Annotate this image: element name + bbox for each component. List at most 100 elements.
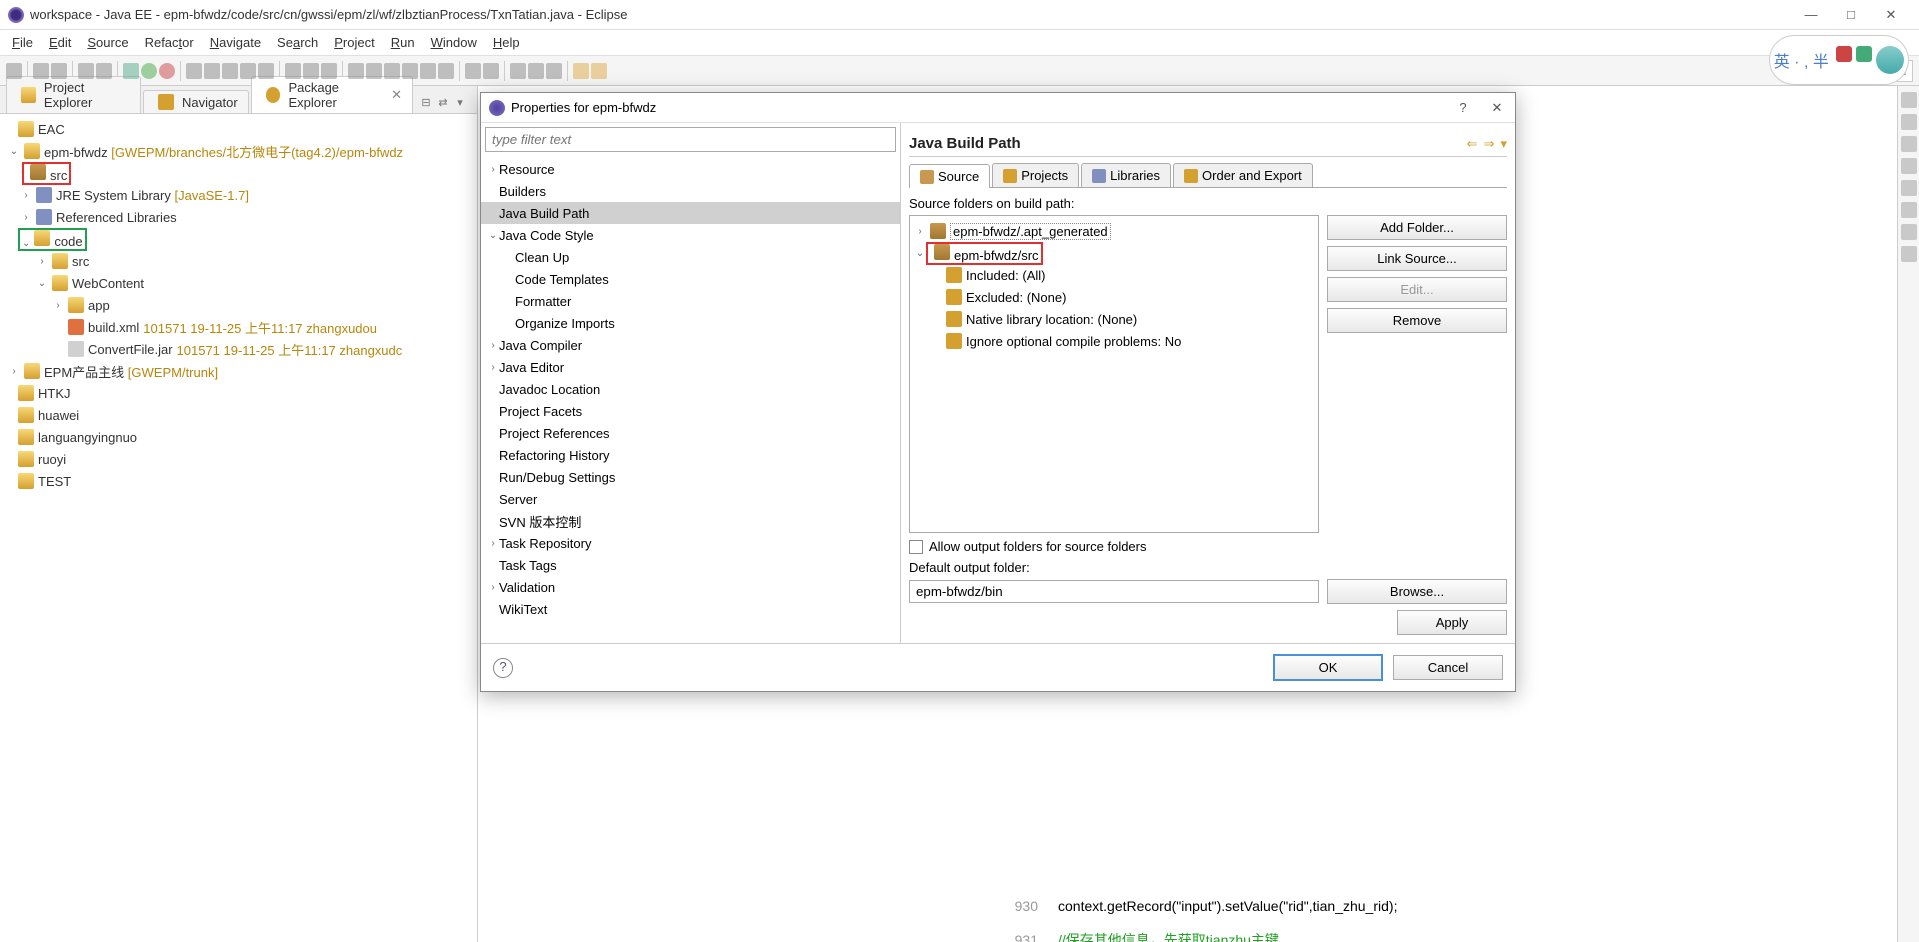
cat-java-code-style[interactable]: ⌄Java Code Style xyxy=(481,224,900,246)
tab-project-explorer[interactable]: Project Explorer xyxy=(6,76,141,113)
tree-item-languang[interactable]: languangyingnuo xyxy=(0,426,477,448)
remove-button[interactable]: Remove xyxy=(1327,308,1507,333)
cat-facets[interactable]: Project Facets xyxy=(481,400,900,422)
view-menu-icon[interactable]: ▾ xyxy=(453,96,467,110)
src-attr-included[interactable]: Included: (All) xyxy=(914,264,1314,286)
tree-item-epm-prod[interactable]: ›EPM产品主线 [GWEPM/trunk] xyxy=(0,360,477,382)
close-button[interactable]: ✕ xyxy=(1881,7,1901,23)
cancel-button[interactable]: Cancel xyxy=(1393,655,1503,680)
tool-icon[interactable] xyxy=(546,63,562,79)
menu-help[interactable]: Help xyxy=(487,33,526,52)
rtool-icon[interactable] xyxy=(1901,92,1917,108)
tree-item-huawei[interactable]: huawei xyxy=(0,404,477,426)
maximize-button[interactable]: □ xyxy=(1841,7,1861,23)
rtool-icon[interactable] xyxy=(1901,158,1917,174)
menu-window[interactable]: Window xyxy=(425,33,483,52)
src-item-apt[interactable]: ›epm-bfwdz/.apt_generated xyxy=(914,220,1314,242)
cat-code-templates[interactable]: Code Templates xyxy=(481,268,900,290)
apply-button[interactable]: Apply xyxy=(1397,610,1507,635)
tree-item-htkj[interactable]: HTKJ xyxy=(0,382,477,404)
tree-item-eac[interactable]: EAC xyxy=(0,118,477,140)
expander-icon[interactable]: › xyxy=(52,300,64,311)
tool-icon[interactable] xyxy=(285,63,301,79)
ok-button[interactable]: OK xyxy=(1273,654,1383,681)
menu-edit[interactable]: Edit xyxy=(43,33,77,52)
expander-icon[interactable]: › xyxy=(20,190,32,201)
menu-project[interactable]: Project xyxy=(328,33,380,52)
tool-icon[interactable] xyxy=(96,63,112,79)
cat-clean-up[interactable]: Clean Up xyxy=(481,246,900,268)
cat-java-compiler[interactable]: ›Java Compiler xyxy=(481,334,900,356)
cat-organize-imports[interactable]: Organize Imports xyxy=(481,312,900,334)
browse-button[interactable]: Browse... xyxy=(1327,579,1507,604)
tool-icon[interactable] xyxy=(240,63,256,79)
tool-icon[interactable] xyxy=(348,63,364,79)
tool-icon[interactable] xyxy=(420,63,436,79)
tree-item-webcontent[interactable]: ⌄WebContent xyxy=(0,272,477,294)
tree-item-convert-jar[interactable]: ConvertFile.jar101571 19-11-25 上午11:17 z… xyxy=(0,338,477,360)
ime-icon[interactable] xyxy=(1836,46,1852,62)
cat-javadoc[interactable]: Javadoc Location xyxy=(481,378,900,400)
debug-icon[interactable] xyxy=(123,63,139,79)
dialog-titlebar[interactable]: Properties for epm-bfwdz ? ✕ xyxy=(481,93,1515,123)
menu-refactor[interactable]: Refactor xyxy=(139,33,200,52)
tool-icon[interactable] xyxy=(78,63,94,79)
default-output-input[interactable] xyxy=(909,580,1319,603)
expander-icon[interactable]: ⌄ xyxy=(8,146,20,157)
tree-item-app[interactable]: ›app xyxy=(0,294,477,316)
tab-package-explorer[interactable]: Package Explorer✕ xyxy=(251,76,413,113)
rtool-icon[interactable] xyxy=(1901,180,1917,196)
tool-icon[interactable] xyxy=(258,63,274,79)
tree-item-ref-lib[interactable]: ›Referenced Libraries xyxy=(0,206,477,228)
minimize-button[interactable]: — xyxy=(1801,7,1821,23)
edit-button[interactable]: Edit... xyxy=(1327,277,1507,302)
cat-run-debug[interactable]: Run/Debug Settings xyxy=(481,466,900,488)
tree-item-code-boxed[interactable]: ⌄code xyxy=(0,228,477,250)
cat-task-tags[interactable]: Task Tags xyxy=(481,554,900,576)
cat-svn[interactable]: SVN 版本控制 xyxy=(481,510,900,532)
tool-icon[interactable] xyxy=(438,63,454,79)
tool-icon[interactable] xyxy=(402,63,418,79)
source-tree[interactable]: ›epm-bfwdz/.apt_generated ⌄epm-bfwdz/src… xyxy=(909,215,1319,533)
rtool-icon[interactable] xyxy=(1901,136,1917,152)
menu-source[interactable]: Source xyxy=(81,33,134,52)
expander-icon[interactable]: ⌄ xyxy=(22,238,30,249)
tab-navigator[interactable]: Navigator xyxy=(143,90,249,113)
nav-menu-icon[interactable]: ▾ xyxy=(1500,136,1507,152)
tool-icon[interactable] xyxy=(186,63,202,79)
dialog-close-icon[interactable]: ✕ xyxy=(1487,100,1507,116)
ime-icon[interactable] xyxy=(1856,46,1872,62)
menu-file[interactable]: File xyxy=(6,33,39,52)
rtool-icon[interactable] xyxy=(1901,224,1917,240)
menu-navigate[interactable]: Navigate xyxy=(204,33,267,52)
tool-icon[interactable] xyxy=(303,63,319,79)
cat-refs[interactable]: Project References xyxy=(481,422,900,444)
tree-item-jre[interactable]: ›JRE System Library [JavaSE-1.7] xyxy=(0,184,477,206)
tree-item-code-src[interactable]: ›src xyxy=(0,250,477,272)
tree-item-ruoyi[interactable]: ruoyi xyxy=(0,448,477,470)
rtool-icon[interactable] xyxy=(1901,114,1917,130)
filter-input[interactable] xyxy=(485,127,896,152)
src-attr-ignore[interactable]: Ignore optional compile problems: No xyxy=(914,330,1314,352)
save-all-icon[interactable] xyxy=(51,63,67,79)
tool-icon[interactable] xyxy=(366,63,382,79)
run-icon[interactable] xyxy=(141,63,157,79)
nav-forward-icon[interactable]: ⇒ xyxy=(1484,136,1495,152)
tool-icon[interactable] xyxy=(222,63,238,79)
src-attr-native[interactable]: Native library location: (None) xyxy=(914,308,1314,330)
cat-java-editor[interactable]: ›Java Editor xyxy=(481,356,900,378)
close-icon[interactable]: ✕ xyxy=(391,87,402,103)
code-editor[interactable]: 930context.getRecord("input").setValue("… xyxy=(998,882,1897,942)
allow-output-checkbox[interactable] xyxy=(909,540,923,554)
cat-resource[interactable]: ›Resource xyxy=(481,158,900,180)
collapse-all-icon[interactable]: ⊟ xyxy=(419,96,433,110)
add-folder-button[interactable]: Add Folder... xyxy=(1327,215,1507,240)
run-ext-icon[interactable] xyxy=(159,63,175,79)
cat-formatter[interactable]: Formatter xyxy=(481,290,900,312)
expander-icon[interactable]: › xyxy=(8,366,20,377)
cat-refactor-hist[interactable]: Refactoring History xyxy=(481,444,900,466)
menu-run[interactable]: Run xyxy=(385,33,421,52)
src-item-src-boxed[interactable]: ⌄epm-bfwdz/src xyxy=(914,242,1314,264)
tree-item-test[interactable]: TEST xyxy=(0,470,477,492)
rtool-icon[interactable] xyxy=(1901,202,1917,218)
